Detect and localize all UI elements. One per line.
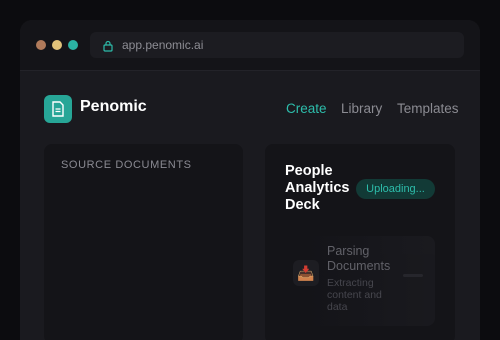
browser-titlebar: app.penomic.ai (20, 20, 480, 71)
app-window: app.penomic.ai Penomic Create Library Te… (20, 20, 480, 340)
source-documents-title: SOURCE DOCUMENTS (61, 159, 192, 171)
minimize-window-button[interactable] (52, 40, 62, 50)
source-documents-panel: SOURCE DOCUMENTS (44, 144, 243, 340)
step-progress-bar (403, 274, 423, 277)
progress-step: 📥 Parsing Documents Extracting content a… (285, 236, 435, 326)
nav-templates[interactable]: Templates (397, 101, 459, 116)
inbox-tray-icon: 📥 (293, 260, 319, 286)
app-name: Penomic (80, 98, 147, 115)
maximize-window-button[interactable] (68, 40, 78, 50)
app-logo[interactable] (44, 95, 72, 123)
deck-title: People Analytics Deck (285, 163, 350, 213)
deck-panel: People Analytics Deck Uploading... 📥 Par… (265, 144, 455, 340)
nav-create[interactable]: Create (286, 101, 327, 116)
app-header: Penomic Create Library Templates (20, 71, 480, 141)
url-text: app.penomic.ai (122, 38, 204, 52)
step-description: Extracting content and data (327, 277, 382, 313)
close-window-button[interactable] (36, 40, 46, 50)
nav-library[interactable]: Library (341, 101, 382, 116)
step-title: Parsing Documents (327, 244, 391, 273)
address-bar[interactable]: app.penomic.ai (90, 32, 464, 58)
lock-icon (103, 39, 113, 52)
document-icon (52, 101, 64, 117)
status-badge: Uploading... (356, 179, 435, 199)
